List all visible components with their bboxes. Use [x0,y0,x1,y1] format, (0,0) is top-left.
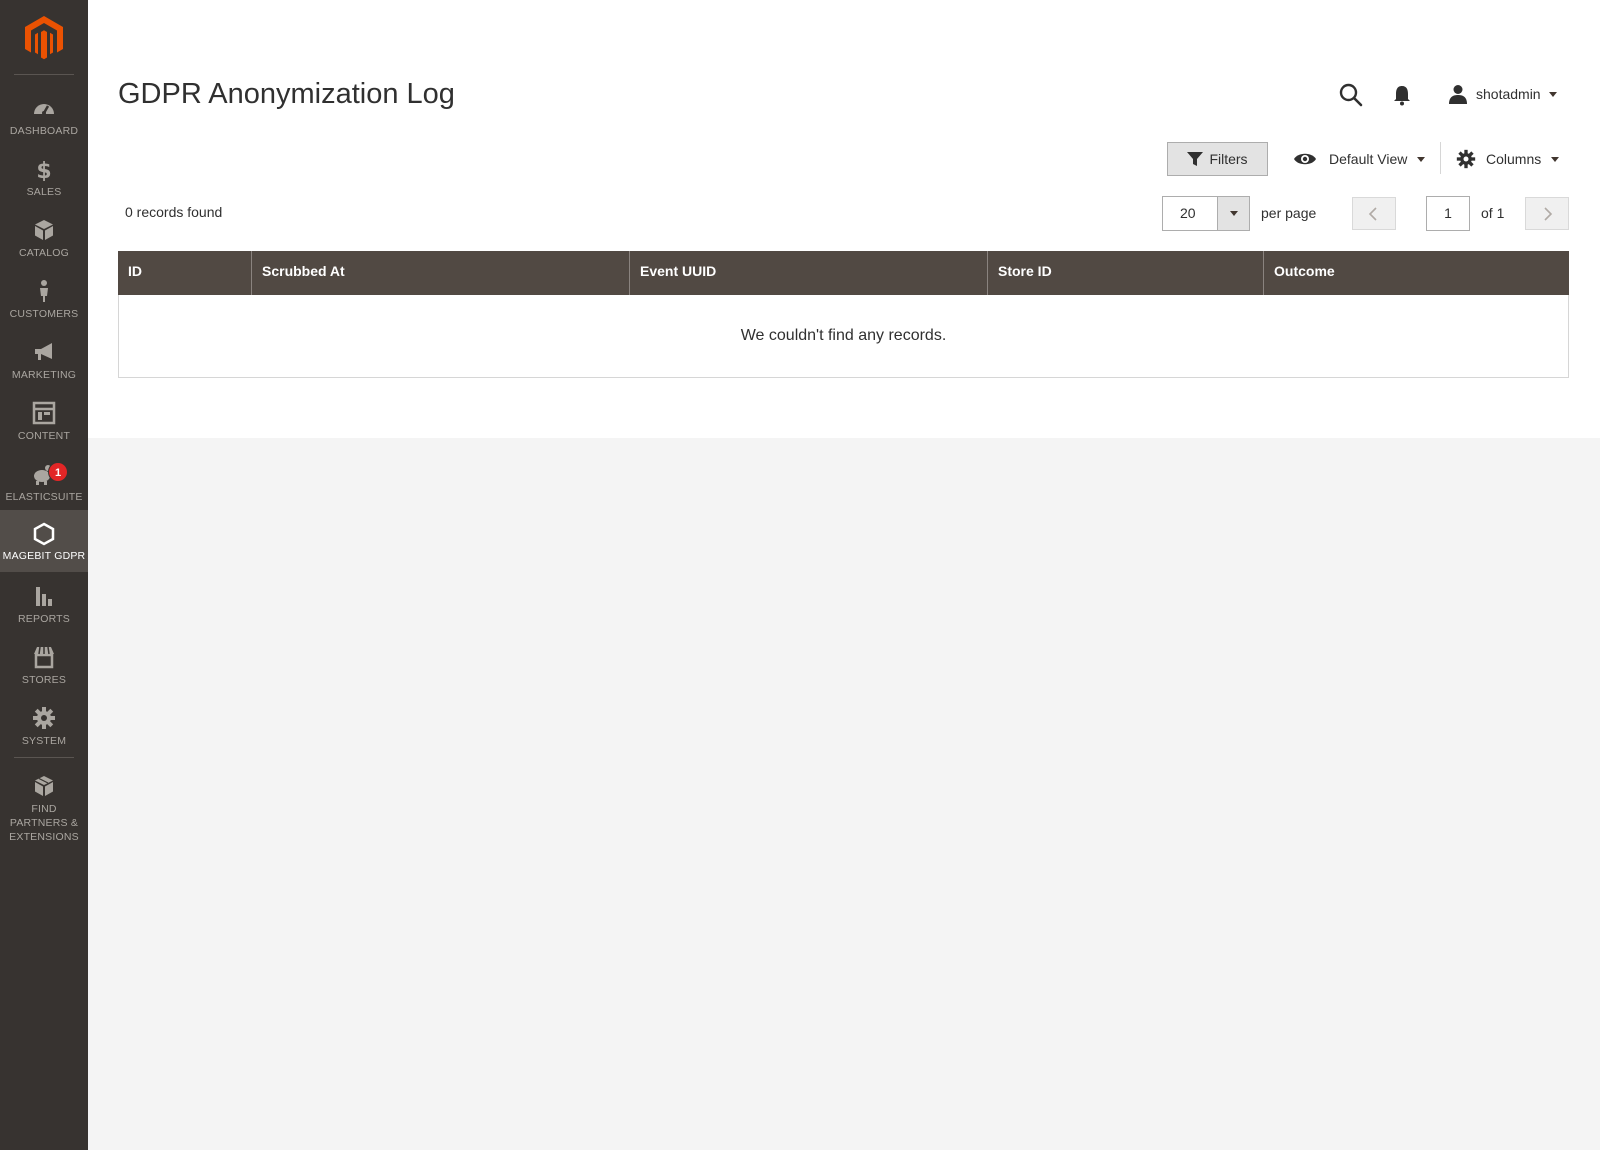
notification-badge: 1 [48,462,68,482]
filters-label: Filters [1209,151,1248,167]
per-page-value: 20 [1180,205,1196,221]
chevron-down-icon [1229,211,1238,216]
columns-switcher[interactable]: Columns [1456,146,1560,172]
store-icon [34,646,54,669]
page-title: GDPR Anonymization Log [118,78,455,110]
megaphone-icon [35,343,52,360]
cubes-icon [35,776,53,796]
column-header-event-uuid[interactable]: Event UUID [630,251,988,295]
user-icon [1449,85,1467,104]
sidebar-item-magebit-gdpr[interactable]: MAGEBIT GDPR [0,510,88,572]
chevron-down-icon [1417,156,1426,162]
bar-chart-icon [36,587,52,606]
filter-icon [1187,152,1204,166]
gear-icon [33,707,55,729]
sidebar-item-label: SYSTEM [21,735,67,747]
per-page-dropdown-button[interactable] [1217,197,1249,230]
bell-icon[interactable] [1391,84,1413,106]
sidebar-item-partners[interactable]: FIND PARTNERS & EXTENSIONS [0,766,88,843]
eye-icon [1294,153,1316,165]
sidebar-item-label: FIND PARTNERS & EXTENSIONS [9,803,79,843]
box-icon [35,220,53,240]
sidebar-divider [14,757,74,758]
data-grid: ID Scrubbed At Event UUID Store ID Outco… [118,251,1569,378]
column-header-store-id[interactable]: Store ID [988,251,1264,295]
username: shotadmin [1476,86,1541,102]
sidebar-item-label: DASHBOARD [9,125,79,137]
sidebar-item-label: STORES [21,674,67,686]
columns-label: Columns [1486,151,1542,167]
chevron-left-icon [1368,206,1377,221]
search-icon[interactable] [1338,82,1364,108]
sidebar-item-label: CONTENT [17,430,71,442]
user-menu[interactable]: shotadmin [1448,82,1557,106]
per-page-label: per page [1261,205,1317,221]
sidebar-item-label: CATALOG [18,247,70,259]
admin-sidebar: DASHBOARD $ SALES CATALOG CUSTOMERS MARK… [0,0,88,1150]
sidebar-item-marketing[interactable]: MARKETING [0,332,88,394]
sidebar-item-customers[interactable]: CUSTOMERS [0,271,88,333]
sidebar-item-label: SALES [26,186,62,198]
svg-text:$: $ [36,159,51,181]
sidebar-item-label: CUSTOMERS [9,308,79,320]
sidebar-item-stores[interactable]: STORES [0,637,88,699]
sidebar-divider [14,74,74,75]
sidebar-item-label: MARKETING [11,369,77,381]
empty-state-message: We couldn't find any records. [118,295,1569,378]
grid-header-row: ID Scrubbed At Event UUID Store ID Outco… [118,251,1569,295]
dashboard-icon [34,104,54,115]
column-header-scrubbed-at[interactable]: Scrubbed At [252,251,630,295]
toolbar-divider [1440,142,1441,174]
person-icon [40,280,48,302]
per-page-select[interactable]: 20 [1162,196,1250,231]
sidebar-item-label: ELASTICSUITE [5,491,83,503]
sidebar-item-catalog[interactable]: CATALOG [0,210,88,272]
sidebar-item-content[interactable]: CONTENT [0,393,88,455]
sidebar-item-elasticsuite[interactable]: 1 ELASTICSUITE [0,454,88,516]
chevron-down-icon [1551,156,1560,162]
sidebar-item-system[interactable]: SYSTEM [0,698,88,760]
hexagon-icon [33,522,55,546]
column-header-id[interactable]: ID [118,251,252,295]
main-content: GDPR Anonymization Log shotadmin Filters… [88,0,1600,438]
chevron-down-icon [1548,91,1557,97]
sidebar-item-sales[interactable]: $ SALES [0,149,88,211]
magento-logo-icon[interactable] [25,16,63,60]
previous-page-button[interactable] [1352,197,1396,230]
layout-icon [32,401,56,425]
column-header-outcome[interactable]: Outcome [1264,251,1569,295]
dollar-icon: $ [36,159,51,181]
page-number-input[interactable]: 1 [1426,196,1470,231]
next-page-button[interactable] [1525,197,1569,230]
chevron-right-icon [1544,206,1553,221]
gear-icon [1456,149,1476,169]
sidebar-item-label: REPORTS [18,613,70,625]
sidebar-item-reports[interactable]: REPORTS [0,576,88,638]
sidebar-item-dashboard[interactable]: DASHBOARD [0,88,88,150]
sidebar-item-label: MAGEBIT GDPR [2,550,86,562]
total-pages-label: of 1 [1481,205,1505,221]
records-count: 0 records found [125,204,223,220]
view-switcher[interactable]: Default View [1293,146,1426,172]
view-label: Default View [1329,151,1408,167]
filters-button[interactable]: Filters [1167,142,1268,176]
